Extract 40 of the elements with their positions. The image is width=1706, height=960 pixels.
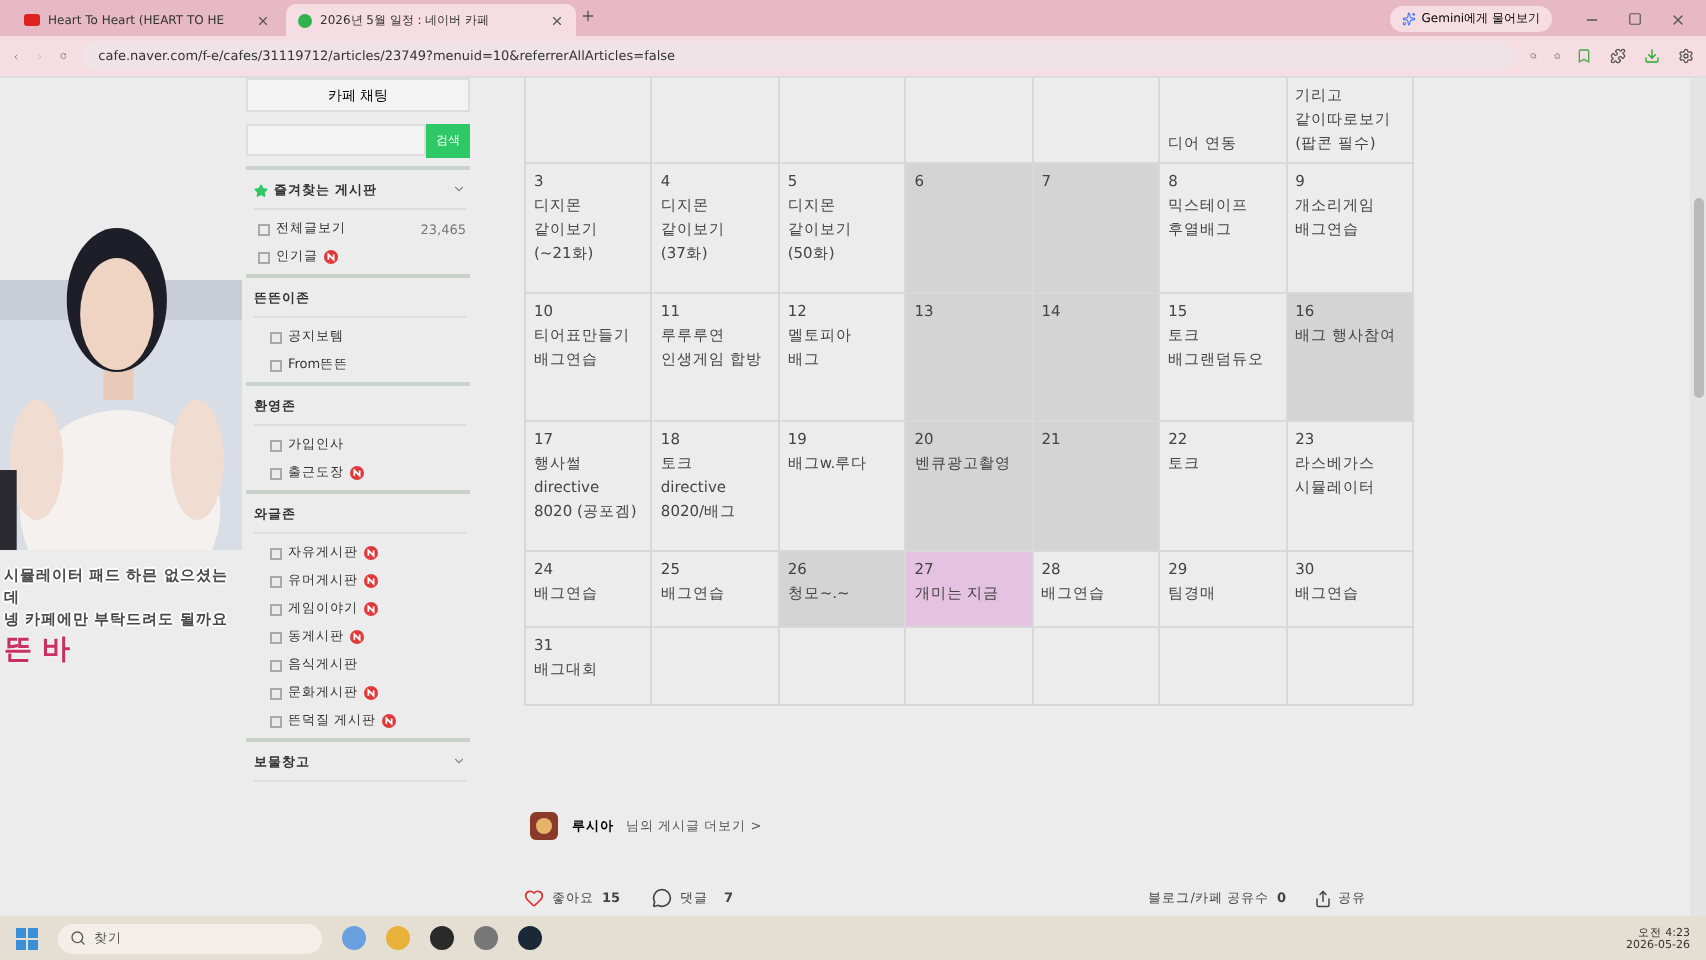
board-icon [270, 467, 282, 479]
comment-icon[interactable] [652, 888, 673, 908]
star-icon [254, 184, 268, 198]
search-field[interactable] [246, 124, 426, 156]
board-icon [270, 715, 282, 727]
like-icon[interactable] [524, 888, 544, 908]
board-icon [270, 547, 282, 559]
board-icon [270, 575, 282, 587]
board-icon [270, 687, 282, 699]
new-tab-icon[interactable] [580, 8, 596, 24]
board-icon [270, 359, 282, 371]
board-icon [270, 659, 282, 671]
windows-start-icon[interactable] [16, 927, 38, 949]
board-icon [270, 439, 282, 451]
board-icon [270, 603, 282, 615]
caret-icon[interactable] [452, 754, 466, 768]
subtitle-text: 뜬 바 [4, 632, 70, 668]
avatar-icon [528, 810, 560, 842]
taskbar-app-icon[interactable] [518, 926, 542, 950]
close-icon[interactable] [550, 13, 564, 27]
sparkle-icon[interactable] [1401, 12, 1416, 26]
share-icon [1314, 889, 1332, 907]
puzzle-icon[interactable] [1610, 48, 1626, 64]
caret-icon[interactable] [452, 182, 466, 196]
board-icon [270, 331, 282, 343]
bookmark-star-icon[interactable] [1553, 48, 1560, 64]
settings-icon[interactable] [1678, 48, 1694, 64]
video-icon [24, 14, 40, 26]
board-icon [270, 631, 282, 643]
close-icon[interactable] [1670, 12, 1686, 28]
maximize-icon[interactable] [1628, 12, 1642, 26]
close-icon[interactable] [256, 13, 270, 27]
reload-icon[interactable] [59, 48, 67, 64]
download-icon[interactable] [1644, 48, 1660, 64]
taskbar-app-icon[interactable] [430, 926, 454, 950]
zoom-icon[interactable] [1530, 48, 1538, 64]
search-icon[interactable] [70, 930, 86, 946]
board-icon [258, 223, 270, 235]
board-icon [258, 251, 270, 263]
scrollbar-thumb[interactable] [1693, 198, 1703, 398]
